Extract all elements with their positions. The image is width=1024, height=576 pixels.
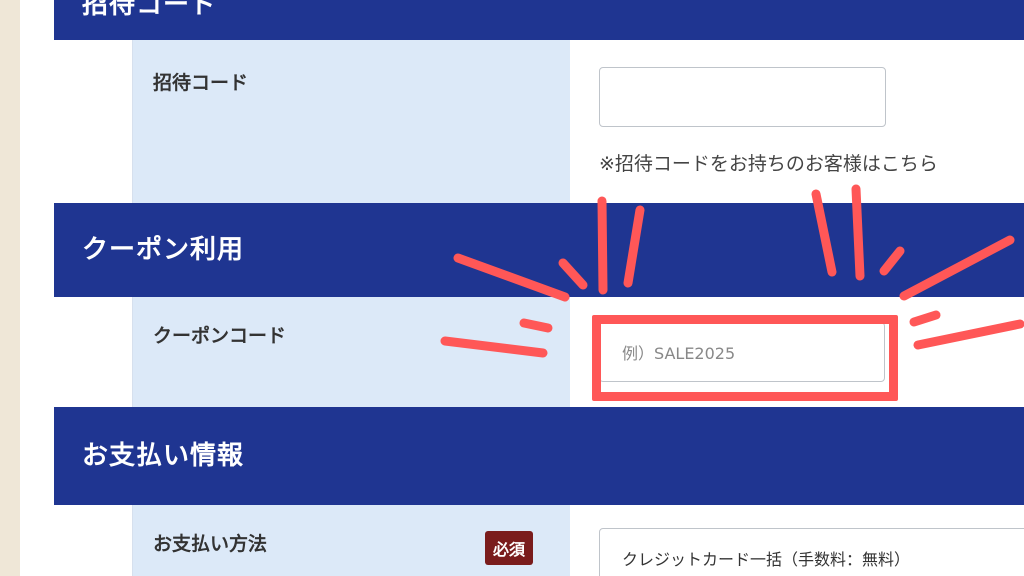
payment-section-title: お支払い情報 <box>82 441 245 471</box>
payment-section-header: お支払い情報 <box>54 407 1024 505</box>
coupon-section-title: クーポン利用 <box>82 235 245 265</box>
payment-method-select[interactable]: クレジットカード一括（手数料：無料） <box>599 528 1024 576</box>
required-badge: 必須 <box>485 531 533 565</box>
payment-method-value: クレジットカード一括（手数料：無料） <box>622 550 911 569</box>
page-side-stripe <box>20 0 54 576</box>
invite-code-section-title: 招待コード <box>82 0 218 20</box>
invite-code-label: 招待コード <box>153 72 249 94</box>
coupon-code-label: クーポンコード <box>153 325 287 347</box>
payment-method-label: お支払い方法 <box>153 533 268 555</box>
coupon-section-header: クーポン利用 <box>54 203 1024 297</box>
invite-code-label-cell: 招待コード <box>132 40 570 203</box>
invite-code-note: ※招待コードをお持ちのお客様はこちら <box>599 153 938 175</box>
invite-code-section-header: 招待コード <box>54 0 1024 40</box>
checkout-form-panel: 招待コード 招待コード ※招待コードをお持ちのお客様はこちら クーポン利用 クー… <box>54 0 1024 576</box>
coupon-highlight-box <box>592 315 898 401</box>
coupon-code-label-cell: クーポンコード <box>132 297 570 407</box>
invite-code-input[interactable] <box>599 67 886 127</box>
